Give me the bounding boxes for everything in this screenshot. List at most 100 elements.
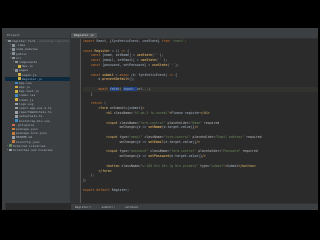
code-token: ); bbox=[161, 58, 168, 63]
code-token: setName bbox=[148, 125, 162, 130]
breadcrumb-item[interactable]: callback bbox=[121, 204, 142, 210]
code-token: 'react' bbox=[171, 39, 185, 43]
code-token: from bbox=[161, 39, 172, 43]
code-token: await bbox=[98, 86, 110, 91]
project-tree: ▾register-form~/Desktop/register-form▸.i… bbox=[5, 39, 70, 152]
code-token: "Email address" bbox=[215, 134, 247, 139]
file-icon bbox=[15, 102, 18, 106]
folder-icon bbox=[12, 56, 15, 60]
code-token: React, {SyntheticEvent, bbox=[96, 39, 143, 43]
code-token: onChange bbox=[119, 125, 135, 130]
code-token: "form-control" bbox=[169, 149, 199, 154]
code-token: onSubmit bbox=[109, 106, 126, 111]
code-token: preventDefault bbox=[102, 77, 130, 82]
file-icon bbox=[12, 136, 15, 139]
code-token: = () bbox=[109, 48, 122, 53]
code-token: className bbox=[121, 163, 139, 168]
code-token: /> bbox=[194, 125, 199, 130]
breadcrumb-item[interactable]: submit() bbox=[98, 204, 119, 210]
folder-icon bbox=[7, 39, 11, 43]
code-token: input: bbox=[123, 86, 137, 91]
code-token: ={submit} bbox=[125, 106, 143, 111]
code-token: className bbox=[113, 110, 131, 115]
code-token: <input bbox=[106, 120, 120, 125]
code-token: const bbox=[90, 58, 103, 63]
tree-item[interactable]: ▾register-form~/Desktop/register-form bbox=[5, 39, 70, 43]
code-token: useState bbox=[140, 58, 156, 63]
code-token: "form-control" bbox=[163, 134, 193, 139]
editor-tab[interactable]: Register.js bbox=[71, 33, 97, 38]
code-token: </form> bbox=[98, 168, 112, 173]
js-icon bbox=[15, 85, 18, 89]
code-token: }; bbox=[83, 178, 87, 183]
tree-item[interactable]: ▸ Scratches and Consoles bbox=[5, 148, 70, 152]
code-token: ={e => bbox=[134, 154, 149, 159]
code-token: className bbox=[150, 149, 168, 154]
code-token: "Password" bbox=[221, 149, 243, 154]
code-token: useState bbox=[136, 53, 153, 58]
code-token: [name, setName] = bbox=[102, 53, 137, 58]
code-token: const bbox=[90, 53, 103, 58]
code-token: "Name" bbox=[190, 120, 204, 125]
code-token: className bbox=[119, 120, 137, 125]
code-token: </button> bbox=[238, 163, 256, 168]
code-token: type bbox=[119, 149, 128, 154]
folder-icon bbox=[15, 60, 18, 64]
code-token: required bbox=[246, 134, 262, 139]
json-icon bbox=[12, 127, 15, 131]
code-token: placeholder bbox=[167, 120, 189, 125]
ide-window: Project ▾ register-form ~/Desktop/register… bbox=[2, 28, 318, 210]
code-token: ( bbox=[104, 101, 107, 106]
code-token: { bbox=[127, 48, 130, 53]
code-token: <button bbox=[106, 163, 122, 168]
code-token: [email, setEmail] = bbox=[102, 58, 141, 63]
code-token: (); bbox=[129, 77, 135, 82]
code-token: useState bbox=[152, 62, 168, 67]
breadcrumb-item[interactable]: Register() bbox=[71, 204, 96, 210]
js-icon bbox=[18, 64, 21, 68]
code-token: setPassword bbox=[148, 154, 170, 159]
code-token: ={e => bbox=[134, 125, 149, 130]
code-token: required bbox=[242, 149, 258, 154]
code-token: placeholder bbox=[198, 149, 220, 154]
code-token: (e.target.value)} bbox=[169, 154, 203, 159]
project-sidebar: Project ▾ register-form ~/Desktop/register… bbox=[5, 33, 71, 203]
code-token: ); bbox=[173, 62, 179, 67]
git-icon bbox=[12, 123, 15, 127]
code-token: async bbox=[119, 72, 131, 77]
code-token: type bbox=[200, 163, 208, 168]
js-icon bbox=[18, 77, 21, 81]
js-icon bbox=[18, 73, 21, 76]
json-icon bbox=[12, 140, 15, 143]
code-token: [password, setPassword] = bbox=[102, 62, 153, 67]
code-token: required bbox=[203, 120, 220, 125]
code-token: (e.target.value)} bbox=[163, 139, 197, 144]
code-token: import bbox=[83, 39, 97, 43]
code-token: export default bbox=[83, 187, 112, 192]
code-token: Register bbox=[94, 48, 110, 53]
code-token: placeholder bbox=[192, 134, 214, 139]
code-token: ; bbox=[184, 39, 187, 43]
code-token: ={e => bbox=[134, 139, 149, 144]
code-area[interactable]: import React, {SyntheticEvent, useState}… bbox=[83, 39, 318, 203]
code-token: (e.target.value)} bbox=[161, 125, 195, 130]
folder-icon bbox=[12, 52, 15, 55]
file-icon bbox=[15, 110, 18, 114]
code-token: const bbox=[83, 48, 95, 53]
file-icon bbox=[15, 115, 18, 118]
code-token: /> bbox=[202, 154, 206, 159]
folder-icon bbox=[12, 48, 15, 51]
code-token: Submit bbox=[226, 163, 239, 168]
code-token: e. bbox=[83, 77, 103, 82]
